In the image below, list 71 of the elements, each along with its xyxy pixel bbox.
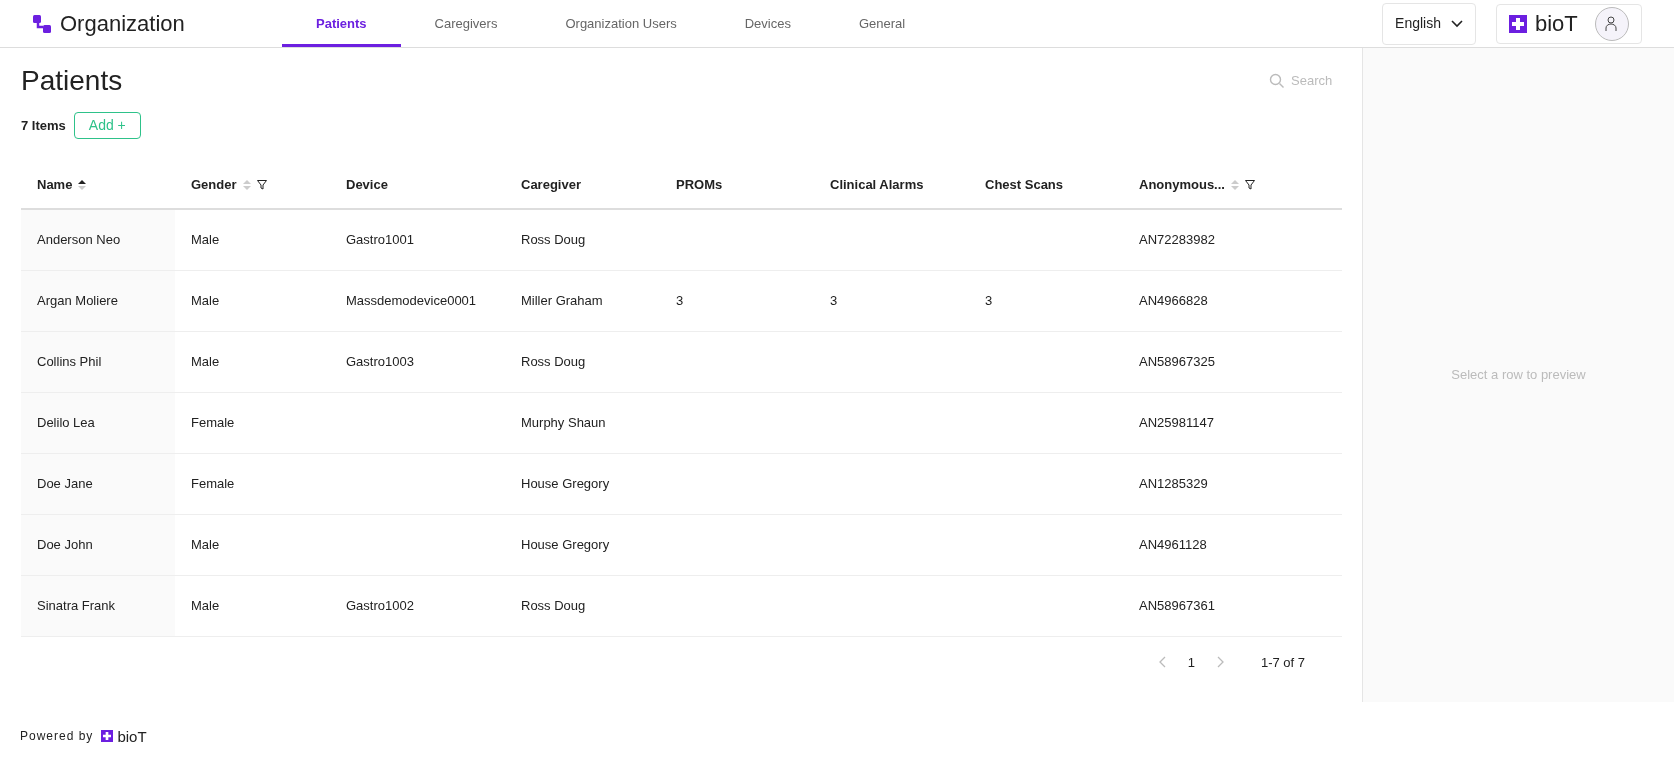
table-cell: 3 bbox=[676, 292, 684, 308]
table-cell: AN58967361 bbox=[1139, 597, 1215, 613]
column-header[interactable]: Anonymous... bbox=[1139, 174, 1225, 195]
user-avatar[interactable] bbox=[1595, 6, 1629, 41]
nav-tab[interactable]: Caregivers bbox=[400, 0, 532, 47]
brand-name: bioT bbox=[1535, 12, 1578, 35]
search-field[interactable]: Search bbox=[1291, 71, 1333, 91]
table-cell: Male bbox=[191, 292, 220, 308]
table-cell: 3 bbox=[985, 292, 993, 308]
table-cell: Doe John bbox=[37, 536, 93, 552]
table-cell: 3 bbox=[830, 292, 838, 308]
table-cell: Male bbox=[191, 597, 220, 613]
table-cell: Gastro1003 bbox=[346, 353, 414, 369]
table-cell: Murphy Shaun bbox=[521, 414, 606, 430]
preview-message: Select a row to preview bbox=[1451, 366, 1586, 385]
column-header[interactable]: Clinical Alarms bbox=[830, 174, 924, 195]
column-header[interactable]: Caregiver bbox=[521, 174, 581, 195]
nav-tab[interactable]: Devices bbox=[710, 0, 825, 47]
chevron-left-icon[interactable] bbox=[1157, 656, 1166, 669]
table-cell: House Gregory bbox=[521, 536, 610, 552]
table-cell: AN25981147 bbox=[1139, 414, 1214, 430]
table-cell: AN4966828 bbox=[1139, 292, 1208, 308]
table-cell: AN1285329 bbox=[1139, 475, 1208, 491]
table-cell: Ross Doug bbox=[521, 597, 586, 613]
nav-tab[interactable]: Patients bbox=[282, 0, 401, 47]
page-number[interactable]: 1 bbox=[1187, 652, 1195, 672]
brand-logo-icon bbox=[1509, 14, 1527, 33]
brand-logo-icon bbox=[101, 730, 114, 742]
table-cell: Massdemodevice0001 bbox=[346, 292, 477, 308]
chevron-down-icon bbox=[1451, 19, 1463, 28]
table-cell: Gastro1001 bbox=[346, 232, 414, 247]
page-range: 1-7 of 7 bbox=[1260, 653, 1305, 672]
sort-icon[interactable] bbox=[78, 179, 87, 190]
table-cell: Delilo Lea bbox=[37, 414, 95, 430]
table-cell: Female bbox=[191, 414, 235, 430]
table-cell: Ross Doug bbox=[521, 353, 586, 369]
table-cell: Male bbox=[191, 536, 220, 552]
powered-by-label: Powered by bbox=[20, 728, 94, 745]
item-count: 7 Items bbox=[21, 116, 66, 135]
table-cell: AN4961128 bbox=[1139, 536, 1207, 552]
table-cell: AN58967325 bbox=[1139, 353, 1215, 369]
table-cell: Doe Jane bbox=[37, 475, 93, 491]
search-icon bbox=[1269, 73, 1285, 89]
table-cell: Sinatra Frank bbox=[37, 597, 116, 613]
table-cell: AN72283982 bbox=[1139, 232, 1215, 247]
page-title: Patients bbox=[21, 64, 123, 98]
column-header[interactable]: Chest Scans bbox=[985, 174, 1064, 195]
filter-icon[interactable] bbox=[256, 179, 267, 190]
column-header[interactable]: Gender bbox=[191, 174, 237, 195]
table-cell: Collins Phil bbox=[37, 353, 102, 369]
nav-tab[interactable]: General bbox=[824, 0, 940, 47]
user-icon bbox=[1605, 15, 1619, 32]
app-title: Organization bbox=[60, 10, 185, 38]
table-cell: Miller Graham bbox=[521, 292, 603, 308]
table-cell: Gastro1002 bbox=[346, 597, 414, 613]
column-header[interactable]: Name bbox=[37, 174, 73, 195]
filter-icon[interactable] bbox=[1244, 179, 1255, 190]
column-header[interactable]: PROMs bbox=[676, 174, 723, 195]
table-cell: Female bbox=[191, 475, 235, 491]
table-cell: House Gregory bbox=[521, 475, 610, 491]
brand-name: bioT bbox=[117, 728, 147, 744]
table-cell: Ross Doug bbox=[521, 232, 586, 247]
chevron-right-icon[interactable] bbox=[1216, 656, 1225, 669]
table-cell: Argan Moliere bbox=[37, 292, 118, 308]
logo-icon bbox=[32, 13, 52, 34]
language-dropdown[interactable]: English bbox=[1382, 2, 1476, 45]
nav-tab[interactable]: Organization Users bbox=[531, 0, 711, 47]
table-cell: Male bbox=[191, 353, 220, 369]
table-cell: Anderson Neo bbox=[37, 232, 121, 247]
table-cell: Male bbox=[191, 232, 220, 247]
column-header[interactable]: Device bbox=[346, 174, 388, 195]
